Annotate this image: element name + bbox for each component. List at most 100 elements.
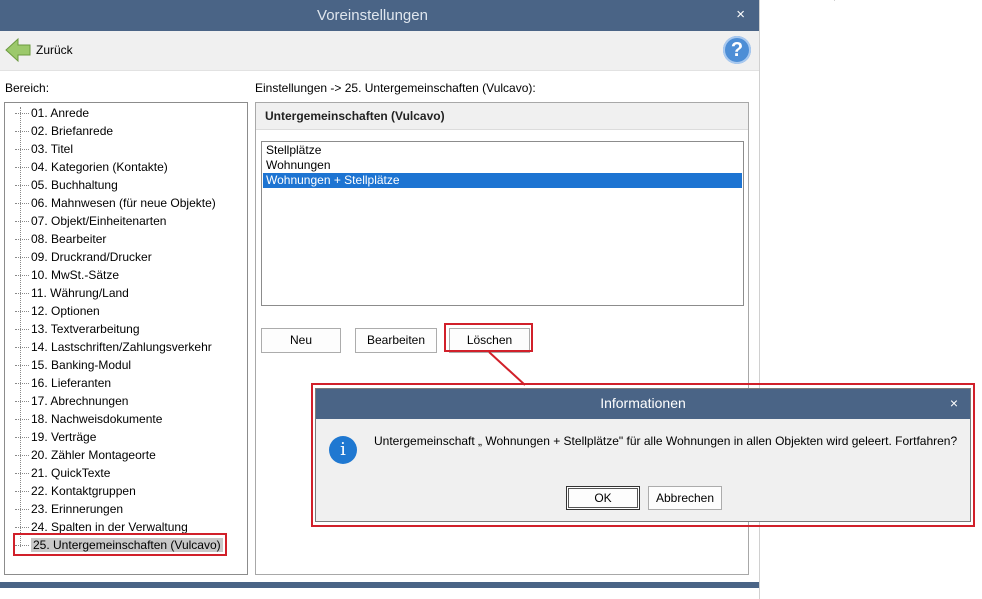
tree-item-label: 04. Kategorien (Kontakte) [31, 160, 168, 174]
back-button[interactable]: Zurück [4, 36, 73, 64]
tree-item[interactable]: 01. Anrede [15, 104, 89, 122]
tree-item[interactable]: 18. Nachweisdokumente [15, 410, 162, 428]
tree-connector [15, 113, 29, 115]
window-titlebar[interactable]: Voreinstellungen × [0, 0, 759, 31]
help-icon[interactable]: ? [723, 36, 751, 64]
dialog-close-icon[interactable]: × [950, 395, 958, 411]
window-bottom-bar [0, 582, 759, 588]
tree-connector [15, 527, 29, 529]
tree-connector [15, 275, 29, 277]
tree-item[interactable]: 17. Abrechnungen [15, 392, 128, 410]
tree-connector [15, 311, 29, 313]
list-item[interactable]: Wohnungen + Stellplätze [263, 173, 742, 188]
tree-item[interactable]: 14. Lastschriften/Zahlungsverkehr [15, 338, 212, 356]
tree-item-label: 22. Kontaktgruppen [31, 484, 136, 498]
tree-item[interactable]: 22. Kontaktgruppen [15, 482, 136, 500]
tree-item[interactable]: 10. MwSt.-Sätze [15, 266, 119, 284]
panel-title: Untergemeinschaften (Vulcavo) [265, 109, 445, 123]
tree-item-label: 10. MwSt.-Sätze [31, 268, 120, 282]
tree-item[interactable]: 13. Textverarbeitung [15, 320, 140, 338]
tree-connector [15, 437, 29, 439]
tree-item-label: 20. Zähler Montageorte [31, 448, 156, 462]
tree-item[interactable]: 04. Kategorien (Kontakte) [15, 158, 168, 176]
tree-connector [15, 365, 29, 367]
info-icon: i [329, 436, 357, 464]
subcommunity-list[interactable]: Stellplätze Wohnungen Wohnungen + Stellplä… [261, 141, 744, 306]
tree-connector [15, 131, 29, 133]
tree-connector [15, 473, 29, 475]
settings-tree[interactable]: 01. Anrede 02. Briefanrede 03. Titel 04. Ka… [4, 102, 248, 575]
tree-item-label: 05. Buchhaltung [31, 178, 118, 192]
tree-item-label: 13. Textverarbeitung [31, 322, 140, 336]
area-label: Bereich: [5, 81, 50, 95]
tree-connector [15, 257, 29, 259]
tree-item-label: 12. Optionen [31, 304, 100, 318]
dialog-message: Untergemeinschaft „ Wohnungen + Stellplä… [374, 434, 958, 448]
delete-button-highlight [444, 323, 533, 352]
tree-item-label: 11. Währung/Land [31, 286, 129, 300]
dialog-title: Informationen [600, 395, 686, 411]
tree-connector [15, 329, 29, 331]
tree-item[interactable]: 02. Briefanrede [15, 122, 113, 140]
tree-connector [15, 293, 29, 295]
tree-item-label: 01. Anrede [31, 106, 90, 120]
back-arrow-icon [5, 37, 31, 63]
window-title: Voreinstellungen [317, 7, 428, 24]
tree-item-label: 07. Objekt/Einheitenarten [31, 214, 167, 228]
tree-item-label: 17. Abrechnungen [31, 394, 129, 408]
tree-connector [15, 509, 29, 511]
tree-item-label: 19. Verträge [31, 430, 97, 444]
close-icon[interactable]: × [736, 6, 745, 23]
tree-connector [15, 239, 29, 241]
tree-connector [15, 401, 29, 403]
cancel-button[interactable]: Abbrechen [648, 486, 722, 510]
tree-item[interactable]: 06. Mahnwesen (für neue Objekte) [15, 194, 216, 212]
tree-item-label: 21. QuickTexte [31, 466, 111, 480]
tree-item[interactable]: 15. Banking-Modul [15, 356, 131, 374]
tree-item[interactable]: 03. Titel [15, 140, 73, 158]
list-item[interactable]: Stellplätze [263, 143, 742, 158]
tree-item[interactable]: 12. Optionen [15, 302, 100, 320]
ok-button[interactable]: OK [566, 486, 640, 510]
dialog-titlebar[interactable]: Informationen × [316, 389, 970, 419]
tree-item-label: 09. Druckrand/Drucker [31, 250, 152, 264]
tree-item[interactable]: 08. Bearbeiter [15, 230, 106, 248]
background-line [834, 0, 835, 2]
tree-connector [15, 185, 29, 187]
tree-item[interactable]: 05. Buchhaltung [15, 176, 118, 194]
tree-connector [15, 149, 29, 151]
tree-connector [15, 167, 29, 169]
tree-connector [15, 203, 29, 205]
tree-item[interactable]: 16. Lieferanten [15, 374, 111, 392]
tree-connector [15, 383, 29, 385]
info-dialog: Informationen × i Untergemeinschaft „ Wo… [315, 388, 971, 522]
panel-header: Untergemeinschaften (Vulcavo) [256, 103, 748, 130]
tree-item-label: 08. Bearbeiter [31, 232, 107, 246]
tree-item-label: 16. Lieferanten [31, 376, 112, 390]
tree-connector [15, 455, 29, 457]
back-label: Zurück [36, 43, 73, 57]
new-button[interactable]: Neu [261, 328, 341, 353]
tree-selection-highlight [13, 533, 227, 556]
tree-connector [15, 347, 29, 349]
toolbar: Zurück ? [0, 31, 759, 71]
tree-item-label: 02. Briefanrede [31, 124, 114, 138]
tree-item-label: 23. Erinnerungen [31, 502, 124, 516]
list-item[interactable]: Wohnungen [263, 158, 742, 173]
tree-connector [15, 221, 29, 223]
tree-item[interactable]: 09. Druckrand/Drucker [15, 248, 152, 266]
tree-item-label: 03. Titel [31, 142, 74, 156]
tree-item-label: 18. Nachweisdokumente [31, 412, 163, 426]
tree-connector [15, 491, 29, 493]
tree-item-label: 06. Mahnwesen (für neue Objekte) [31, 196, 216, 210]
tree-item[interactable]: 07. Objekt/Einheitenarten [15, 212, 166, 230]
tree-item[interactable]: 21. QuickTexte [15, 464, 110, 482]
edit-button[interactable]: Bearbeiten [355, 328, 437, 353]
tree-item[interactable]: 19. Verträge [15, 428, 96, 446]
tree-connector [15, 419, 29, 421]
tree-item[interactable]: 23. Erinnerungen [15, 500, 123, 518]
tree-item[interactable]: 11. Währung/Land [15, 284, 129, 302]
tree-item-label: 15. Banking-Modul [31, 358, 132, 372]
tree-item-label: 24. Spalten in der Verwaltung [31, 520, 188, 534]
tree-item[interactable]: 20. Zähler Montageorte [15, 446, 156, 464]
